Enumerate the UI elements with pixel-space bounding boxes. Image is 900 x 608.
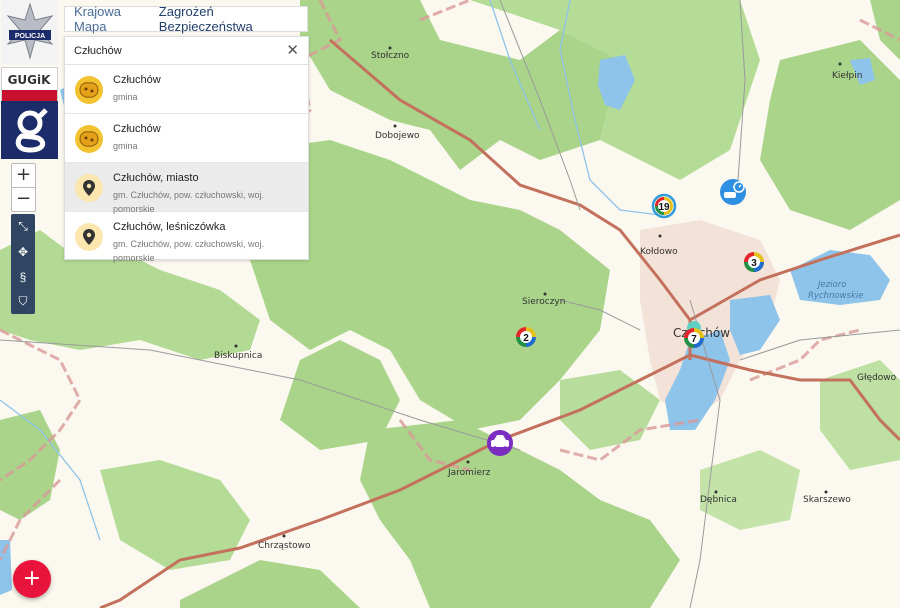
result-sub: gmina (113, 92, 138, 102)
gugik-logo[interactable]: GUGiK (1, 67, 58, 102)
place-dobojewo: Dobojewo (375, 131, 420, 141)
police-logo[interactable]: POLICJA (1, 0, 58, 64)
lake-label-2: Rychnowskie (808, 291, 863, 301)
svg-text:GUGiK: GUGiK (8, 73, 52, 87)
search-panel: Człuchów ✕ Człuchów gmina Człuchów gmina… (64, 36, 309, 263)
place-jaromierz: Jaromierz (447, 468, 491, 478)
gugik-emblem-icon: GUGiK (2, 68, 57, 101)
app-title-part2: Zagrożeń Bezpieczeństwa (158, 4, 253, 34)
place-stolczno: Stołczno (371, 51, 410, 61)
speed-check-icon[interactable] (720, 179, 746, 205)
result-sub: gm. Człuchów, pow. człuchowski, woj. pom… (113, 239, 265, 263)
cluster-19[interactable]: 19 (651, 193, 677, 219)
zoom-out-button[interactable]: − (11, 187, 36, 212)
result-sub: gmina (113, 141, 138, 151)
result-name: Człuchów (113, 123, 161, 135)
search-result-2[interactable]: Człuchów, miasto gm. Człuchów, pow. człu… (65, 163, 308, 214)
locate-icon[interactable]: ✥ (11, 239, 35, 264)
search-input[interactable]: Człuchów ✕ (65, 37, 308, 65)
cluster-3[interactable]: 3 (744, 252, 764, 272)
legal-icon[interactable]: § (11, 264, 35, 289)
place-gledowo: Głędowo (857, 373, 897, 383)
place-skarszewo: Skarszewo (803, 495, 851, 505)
search-result-0[interactable]: Człuchów gmina (65, 65, 308, 114)
geoportal-logo[interactable] (1, 101, 58, 159)
map-toolbar: ⤡ ✥ § ⛉ (11, 214, 35, 314)
place-chrzastowo: Chrząstowo (258, 541, 311, 551)
svg-text:3: 3 (751, 258, 757, 269)
close-icon[interactable]: ✕ (286, 42, 299, 58)
map-pin-icon (75, 174, 103, 202)
place-sieroczyn: Sieroczyn (522, 297, 565, 307)
place-koldowo: Kołdowo (640, 247, 678, 257)
place-biskupnica: Biskupnica (214, 351, 262, 361)
svg-text:7: 7 (691, 334, 697, 345)
search-result-1[interactable]: Człuchów gmina (65, 114, 308, 163)
geoportal-g-icon (15, 108, 48, 153)
result-name: Człuchów, leśniczówka (113, 221, 226, 233)
lake-label-1: Jezioro (816, 280, 846, 290)
search-query[interactable]: Człuchów (74, 45, 122, 57)
commune-emblem-icon (75, 125, 103, 153)
zoom-in-button[interactable]: + (11, 163, 36, 188)
place-kielpin: Kiełpin (832, 71, 862, 81)
search-result-3[interactable]: Człuchów, leśniczówka gm. Człuchów, pow.… (65, 212, 308, 263)
result-name: Człuchów, miasto (113, 172, 199, 184)
fullscreen-icon[interactable]: ⤡ (11, 214, 35, 239)
car-threat-icon[interactable] (487, 430, 513, 456)
svg-text:19: 19 (658, 202, 670, 213)
map-pin-icon (75, 223, 103, 251)
svg-text:2: 2 (523, 333, 529, 344)
commune-emblem-icon (75, 76, 103, 104)
police-star-icon: POLICJA (6, 2, 53, 60)
cluster-2[interactable]: 2 (516, 327, 536, 347)
add-threat-button[interactable]: + (13, 560, 51, 598)
tags-icon[interactable]: ⛉ (11, 289, 35, 314)
svg-text:POLICJA: POLICJA (14, 33, 44, 40)
place-debnica: Dębnica (700, 495, 737, 505)
app-title-part1: Krajowa Mapa (74, 4, 121, 34)
app-title: Krajowa Mapa Zagrożeń Bezpieczeństwa (64, 4, 308, 34)
result-name: Człuchów (113, 74, 161, 86)
